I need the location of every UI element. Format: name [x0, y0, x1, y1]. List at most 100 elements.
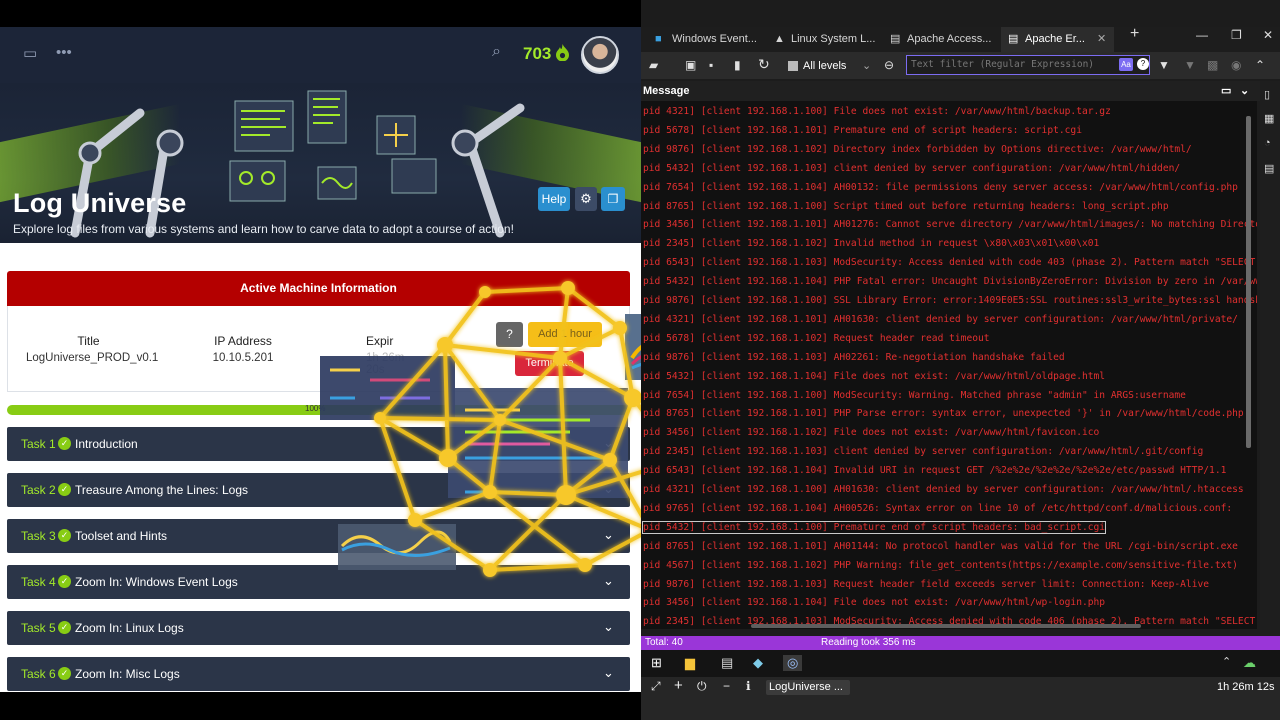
log-line[interactable]: pid 5432] [client 192.168.1.103] client …: [643, 163, 1180, 174]
column-menu-icon[interactable]: ▭: [1221, 81, 1231, 101]
eye-icon[interactable]: ◉: [1231, 58, 1241, 72]
log-line[interactable]: pid 5432] [client 192.168.1.104] PHP Fat…: [643, 276, 1257, 287]
search-icon[interactable]: ⌕: [492, 43, 501, 61]
machine-help-button[interactable]: ?: [496, 322, 523, 347]
log-line[interactable]: pid 7654] [client 192.168.1.100] ModSecu…: [643, 390, 1186, 401]
log-line[interactable]: pid 6543] [client 192.168.1.103] ModSecu…: [643, 257, 1255, 268]
log-line[interactable]: pid 8765] [client 192.168.1.101] AH01144…: [643, 541, 1238, 552]
close-window-icon[interactable]: ✕: [1263, 28, 1273, 42]
plus-icon[interactable]: +: [674, 677, 683, 694]
log-line[interactable]: pid 4321] [client 192.168.1.101] AH01630…: [643, 314, 1238, 325]
levels-checkbox[interactable]: [788, 61, 798, 71]
log-line[interactable]: pid 9876] [client 192.168.1.103] Request…: [643, 579, 1209, 590]
filter-help-icon[interactable]: ?: [1137, 58, 1149, 70]
session-label[interactable]: LogUniverse ...: [766, 680, 850, 695]
levels-dropdown[interactable]: All levels ⌄: [788, 57, 874, 75]
machine-ip-value[interactable]: 10.10.5.201: [193, 352, 293, 364]
log-line[interactable]: pid 5432] [client 192.168.1.104] File do…: [643, 371, 1105, 382]
log-viewer-window: ■ Windows Event... ▲ Linux System L... ▤…: [641, 0, 1280, 720]
tray-chevron-icon[interactable]: ⌃: [1222, 655, 1231, 668]
room-subtitle: Explore log files from various systems a…: [13, 222, 514, 236]
log-line[interactable]: pid 4321] [client 192.168.1.100] AH01630…: [643, 484, 1244, 495]
log-line[interactable]: pid 3456] [client 192.168.1.104] File do…: [643, 597, 1105, 608]
log-table[interactable]: pid 4321] [client 192.168.1.100] File do…: [641, 101, 1257, 629]
log-line[interactable]: pid 3456] [client 192.168.1.102] File do…: [643, 427, 1099, 438]
log-line[interactable]: pid 9876] [client 192.168.1.102] Directo…: [643, 144, 1192, 155]
tab-apache-access[interactable]: ▤ Apache Access...: [883, 27, 1003, 52]
copy-icon[interactable]: ▯: [1264, 88, 1270, 101]
minus-icon[interactable]: −: [723, 679, 730, 693]
info-icon[interactable]: ℹ: [746, 679, 751, 693]
status-bar: Total: 40 Reading took 356 ms: [641, 636, 1280, 650]
terminate-button[interactable]: Terminate: [515, 351, 584, 376]
restore-icon[interactable]: ❐: [1231, 28, 1242, 42]
tab-linux-system[interactable]: ▲ Linux System L...: [767, 27, 887, 52]
task-row[interactable]: Task 3 ✓ Toolset and Hints ⌄: [7, 519, 630, 553]
task-row[interactable]: Task 4 ✓ Zoom In: Windows Event Logs ⌄: [7, 565, 630, 599]
log-line[interactable]: pid 2345] [client 192.168.1.102] Invalid…: [643, 238, 1099, 249]
link-icon[interactable]: ⊖: [884, 58, 894, 72]
log-line[interactable]: pid 9876] [client 192.168.1.103] AH02261…: [643, 352, 1065, 363]
log-line[interactable]: pid 8765] [client 192.168.1.101] PHP Par…: [643, 408, 1244, 419]
text-filter-input[interactable]: Text filter (Regular Expression): [906, 55, 1150, 75]
task-row[interactable]: Task 2 ✓ Treasure Among the Lines: Logs ⌄: [7, 473, 630, 507]
filter-icon[interactable]: ▼: [1158, 58, 1170, 72]
log-line[interactable]: pid 5678] [client 192.168.1.102] Request…: [643, 333, 990, 344]
machine-expires-value: 1h 26m 20s: [366, 352, 405, 376]
bookmark-button[interactable]: ❐: [601, 187, 625, 211]
tab-apache-error[interactable]: ▤ Apache Er... ✕: [1001, 27, 1114, 52]
minimize-icon[interactable]: —: [1196, 28, 1208, 42]
notepad-icon[interactable]: ▤: [721, 655, 733, 671]
chevron-up-icon[interactable]: ⌃: [1255, 58, 1265, 72]
open-icon[interactable]: ▰: [649, 58, 658, 72]
task-row[interactable]: Task 6 ✓ Zoom In: Misc Logs ⌄: [7, 657, 630, 691]
close-icon[interactable]: ✕: [1097, 27, 1106, 52]
horizontal-scrollbar[interactable]: [751, 624, 1141, 628]
tab-label: Windows Event...: [672, 33, 757, 45]
app-icon[interactable]: ◆: [753, 655, 763, 671]
window-icon[interactable]: ▭: [23, 44, 37, 62]
case-sensitive-toggle[interactable]: Aa: [1119, 58, 1133, 71]
calendar-icon[interactable]: ▦: [1264, 112, 1274, 125]
log-line[interactable]: pid 4567] [client 192.168.1.102] PHP War…: [643, 560, 1238, 571]
collapse-icon[interactable]: ⌄: [1240, 81, 1249, 101]
help-button[interactable]: Help: [538, 187, 570, 211]
add-hour-button[interactable]: Add 1 hour: [528, 322, 602, 347]
pie-chart-icon[interactable]: ◔: [1264, 137, 1271, 149]
log-line[interactable]: pid 9765] [client 192.168.1.104] AH00526…: [643, 503, 1232, 514]
refresh-icon[interactable]: ↻: [758, 56, 770, 73]
task-row[interactable]: Task 1 ✓ Introduction ⌄: [7, 427, 630, 461]
tab-label: Apache Access...: [907, 33, 992, 45]
save-icon[interactable]: ▪: [709, 58, 713, 72]
log-viewer-taskbar-icon[interactable]: ◎: [783, 655, 803, 671]
more-icon[interactable]: •••: [56, 44, 72, 61]
network-icon[interactable]: ☁: [1243, 655, 1256, 671]
delete-icon[interactable]: ▮: [734, 58, 741, 72]
check-icon: ✓: [58, 437, 71, 450]
tab-windows-events[interactable]: ■ Windows Event...: [648, 27, 768, 52]
vertical-scrollbar[interactable]: [1246, 116, 1251, 448]
settings-button[interactable]: ⚙: [575, 187, 597, 211]
new-file-icon[interactable]: ▣: [685, 58, 696, 72]
machine-expires-col: Expir 1h 26m 20s: [366, 334, 426, 376]
log-line[interactable]: pid 5432] [client 192.168.1.100] Prematu…: [641, 520, 1107, 534]
log-line[interactable]: pid 6543] [client 192.168.1.104] Invalid…: [643, 465, 1226, 476]
log-line[interactable]: pid 9876] [client 192.168.1.100] SSL Lib…: [643, 295, 1257, 306]
new-tab-icon[interactable]: +: [1130, 25, 1139, 43]
log-line[interactable]: pid 3456] [client 192.168.1.101] AH01276…: [643, 219, 1257, 230]
log-line[interactable]: pid 4321] [client 192.168.1.100] File do…: [643, 106, 1111, 117]
avatar[interactable]: [581, 36, 619, 74]
log-line[interactable]: pid 2345] [client 192.168.1.103] client …: [643, 446, 1203, 457]
clear-filter-icon[interactable]: ▼: [1184, 58, 1196, 72]
power-icon[interactable]: ⏻: [697, 679, 707, 694]
start-icon[interactable]: ⊞: [651, 655, 662, 671]
bookmark-filter-icon[interactable]: ▩: [1207, 58, 1218, 72]
log-line[interactable]: pid 7654] [client 192.168.1.104] AH00132…: [643, 182, 1238, 193]
fullscreen-icon[interactable]: ⤢: [651, 679, 661, 694]
task-row[interactable]: Task 5 ✓ Zoom In: Linux Logs ⌄: [7, 611, 630, 645]
log-line[interactable]: pid 5678] [client 192.168.1.101] Prematu…: [643, 125, 1082, 136]
folder-icon[interactable]: ▆: [685, 655, 695, 671]
document-icon[interactable]: ▤: [1264, 162, 1274, 175]
log-line[interactable]: pid 8765] [client 192.168.1.100] Script …: [643, 201, 1169, 212]
linux-icon: ▲: [774, 33, 785, 45]
